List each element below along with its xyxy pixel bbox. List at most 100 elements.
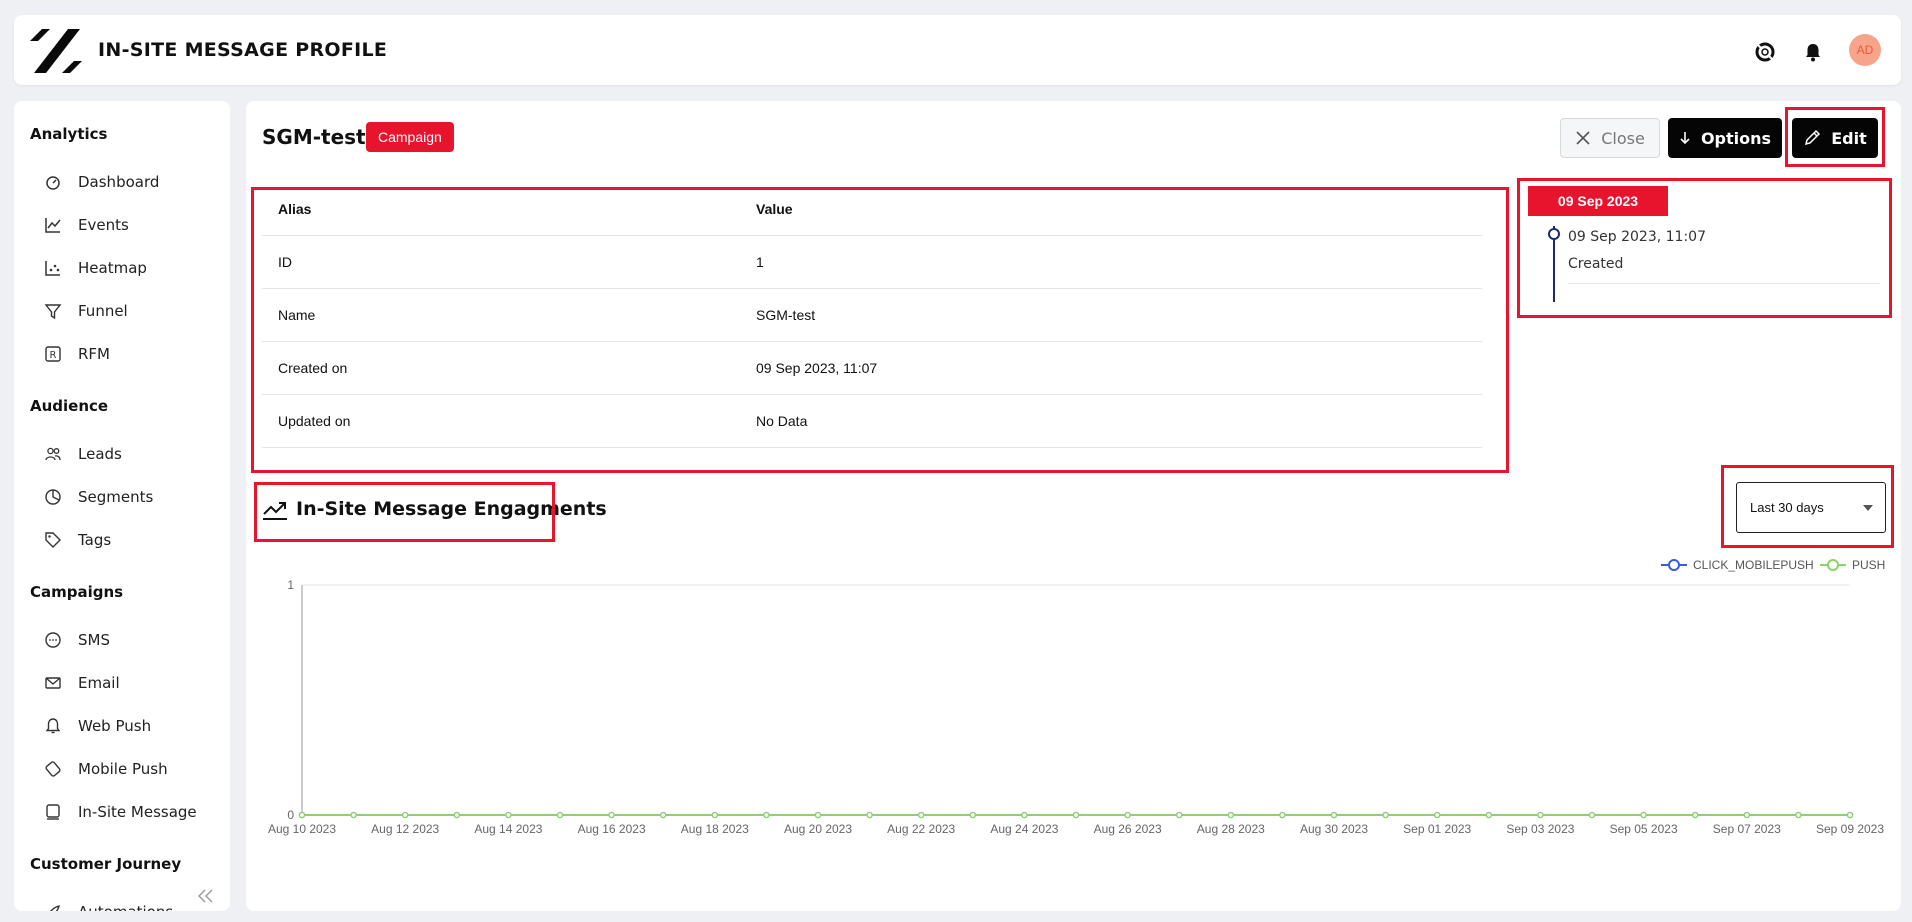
sidebar-item-funnel[interactable]: Funnel [44, 298, 128, 324]
sidebar-section-analytics: Analytics [30, 125, 108, 143]
sidebar-item-web-push[interactable]: Web Push [44, 713, 151, 739]
range-highlight-box [1721, 465, 1894, 548]
sidebar-item-segments[interactable]: Segments [44, 484, 153, 510]
data-point [1279, 811, 1286, 819]
users-icon [45, 447, 61, 461]
data-point [1021, 811, 1028, 819]
data-point [918, 811, 925, 819]
sidebar-item-email[interactable]: Email [44, 670, 120, 696]
sidebar-item-label: In-Site Message [78, 803, 197, 821]
sidebar: Analytics Dashboard Events Heatmap Funne… [14, 101, 230, 911]
sidebar-item-dashboard[interactable]: Dashboard [44, 169, 159, 195]
heading-highlight-box [254, 482, 555, 542]
brand-logo[interactable] [28, 27, 84, 75]
x-tick-label: Aug 22 2023 [887, 822, 955, 836]
top-bar: IN-SITE MESSAGE PROFILE AD [14, 15, 1901, 85]
data-point [814, 811, 822, 819]
sidebar-item-in-site-message[interactable]: In-Site Message [44, 799, 197, 825]
data-point [969, 811, 976, 819]
sidebar-section-campaigns: Campaigns [30, 583, 124, 601]
data-point [1434, 811, 1441, 819]
x-tick-label: Aug 30 2023 [1300, 822, 1368, 836]
sidebar-section-audience: Audience [30, 397, 109, 415]
x-tick-label: Aug 14 2023 [474, 822, 542, 836]
x-tick-label: Aug 10 2023 [268, 822, 336, 836]
svg-text:R: R [50, 350, 57, 361]
x-tick-label: Sep 01 2023 [1403, 822, 1471, 836]
chat-icon [45, 632, 61, 648]
sidebar-item-heatmap[interactable]: Heatmap [44, 255, 147, 281]
x-tick-label: Sep 05 2023 [1610, 822, 1678, 836]
x-tick-label: Sep 07 2023 [1713, 822, 1781, 836]
x-tick-label: Sep 09 2023 [1816, 822, 1884, 836]
sidebar-item-label: Segments [78, 488, 154, 506]
data-point [1124, 811, 1131, 819]
support-icon[interactable] [1754, 41, 1776, 63]
data-point [1692, 811, 1699, 819]
data-point [1795, 811, 1802, 819]
data-point [1588, 811, 1596, 819]
data-point [711, 811, 718, 819]
funnel-icon [44, 304, 62, 320]
sidebar-item-label: Heatmap [78, 259, 147, 277]
notification-bell-icon[interactable] [1802, 41, 1824, 63]
sidebar-item-label: Dashboard [78, 173, 160, 191]
sidebar-item-label: Web Push [78, 717, 152, 735]
sidebar-section-customer-journey: Customer Journey [30, 855, 182, 873]
data-point [763, 811, 770, 819]
data-point [1743, 811, 1750, 819]
user-avatar[interactable]: AD [1849, 34, 1881, 66]
sidebar-item-events[interactable]: Events [44, 212, 129, 238]
sidebar-item-sms[interactable]: SMS [44, 627, 110, 653]
data-point [505, 811, 512, 819]
x-tick-label: Aug 12 2023 [371, 822, 439, 836]
sidebar-item-tags[interactable]: Tags [44, 527, 111, 553]
data-point [350, 811, 357, 819]
data-point [1072, 811, 1080, 819]
sidebar-item-label: Funnel [78, 302, 128, 320]
bell-icon [45, 718, 61, 734]
sidebar-item-label: RFM [78, 345, 110, 363]
x-tick-label: Sep 03 2023 [1506, 822, 1574, 836]
details-highlight-box [251, 187, 1509, 473]
sidebar-item-label: SMS [78, 631, 110, 649]
mail-icon [45, 677, 61, 689]
data-point [608, 811, 615, 819]
data-point [298, 811, 306, 819]
data-point [1176, 811, 1183, 819]
sidebar-item-automations[interactable]: Automations [44, 899, 173, 911]
data-point [1227, 811, 1234, 819]
sidebar-item-mobile-push[interactable]: Mobile Push [44, 756, 168, 782]
data-point [402, 811, 409, 819]
data-point [660, 811, 667, 819]
main-panel: SGM-test Campaign Close Options Edit Ali… [246, 101, 1901, 911]
rfm-icon: R [45, 346, 61, 362]
x-tick-label: Aug 24 2023 [990, 822, 1058, 836]
data-point [1485, 811, 1492, 819]
scatter-icon [45, 261, 60, 276]
dashboard-icon [46, 176, 60, 190]
tag-icon [45, 532, 61, 548]
sidebar-item-label: Leads [78, 445, 122, 463]
data-point [1330, 811, 1338, 819]
sidebar-item-label: Automations [78, 903, 173, 911]
sidebar-item-label: Tags [78, 531, 112, 549]
sidebar-item-label: Events [78, 216, 129, 234]
x-tick-label: Aug 18 2023 [681, 822, 749, 836]
edit-highlight-box [1785, 107, 1885, 167]
x-tick-label: Aug 16 2023 [578, 822, 646, 836]
data-point [1382, 811, 1389, 819]
pie-icon [45, 489, 61, 505]
data-point [556, 811, 564, 819]
x-tick-label: Aug 26 2023 [1094, 822, 1162, 836]
data-point [1537, 811, 1544, 819]
sidebar-item-leads[interactable]: Leads [44, 441, 122, 467]
line-chart-icon [45, 218, 61, 233]
data-point [453, 811, 460, 819]
x-tick-label: Aug 20 2023 [784, 822, 852, 836]
sidebar-item-label: Mobile Push [78, 760, 168, 778]
y-tick-label: 1 [287, 578, 294, 592]
sidebar-item-rfm[interactable]: R RFM [44, 341, 110, 367]
timeline-highlight-box [1517, 178, 1892, 318]
collapse-sidebar-icon[interactable] [196, 886, 216, 906]
